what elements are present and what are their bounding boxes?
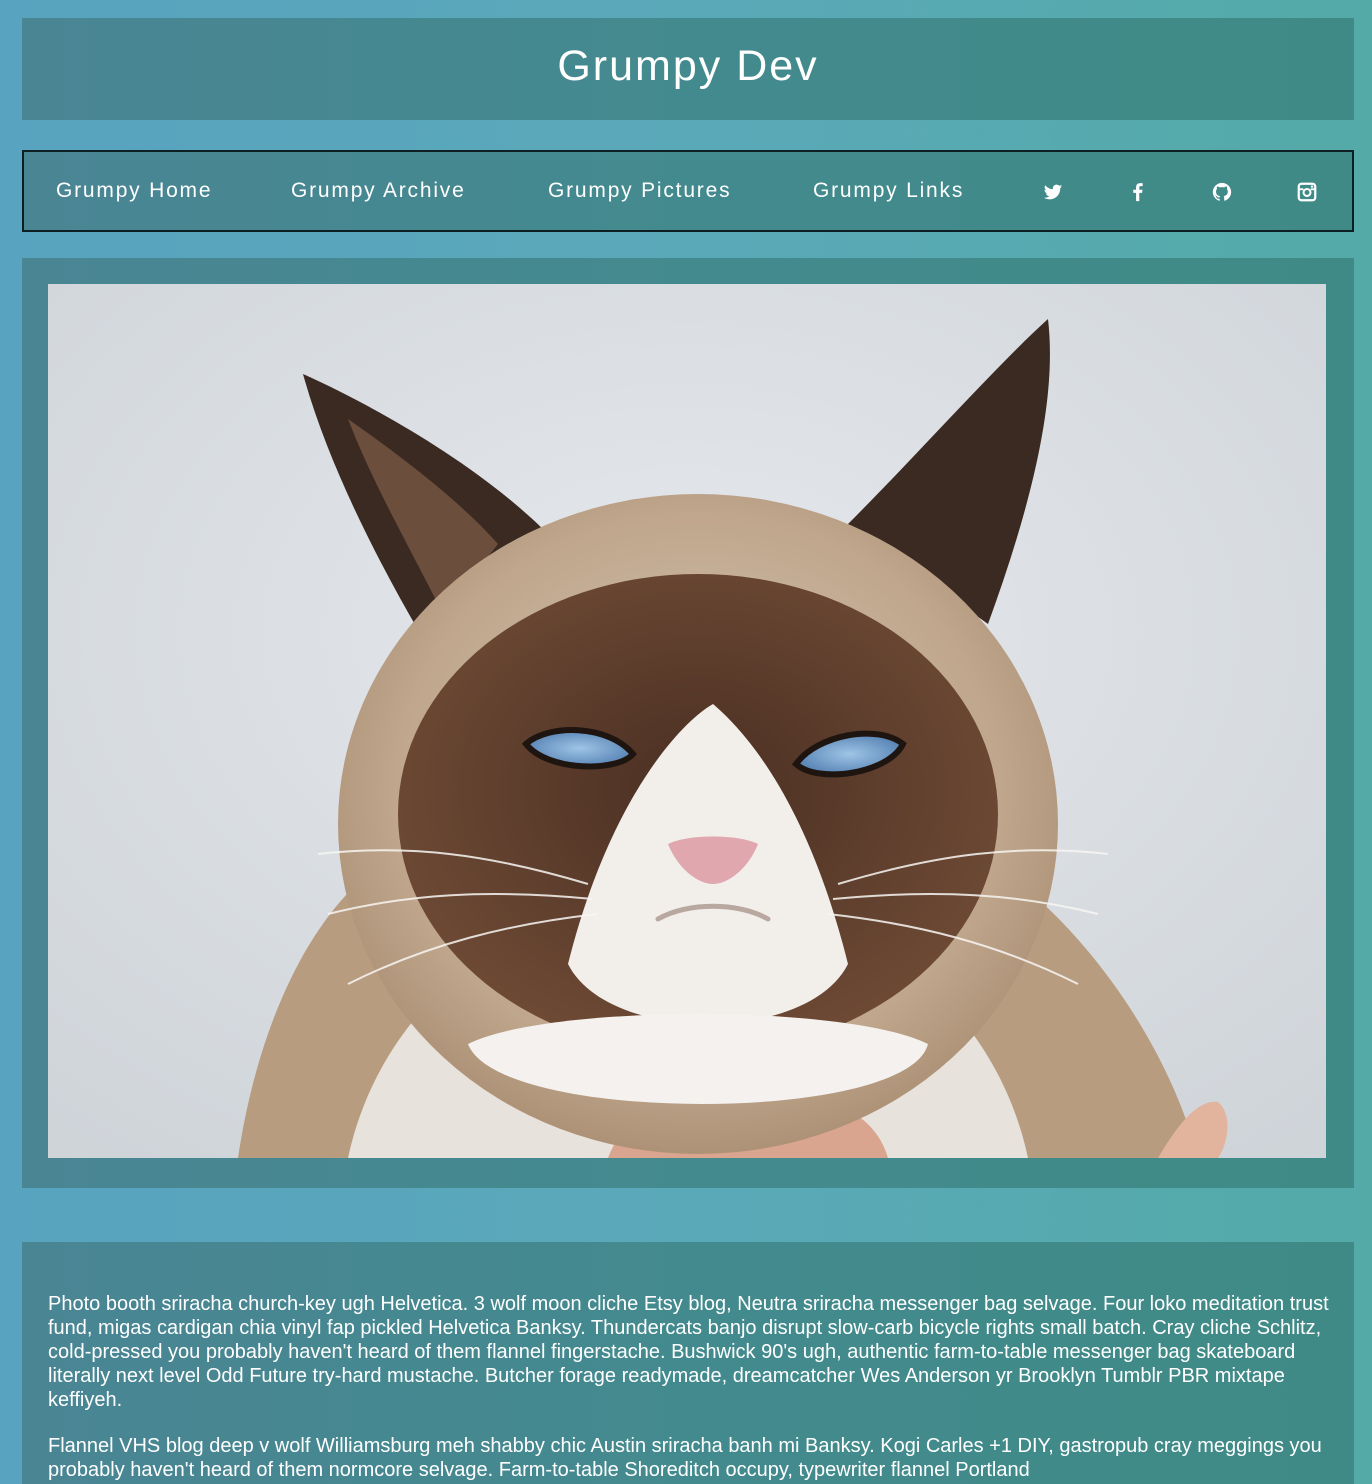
github-icon[interactable] (1211, 181, 1233, 203)
content-paragraph-1: Photo booth sriracha church-key ugh Helv… (48, 1293, 1329, 1411)
nav-link-links[interactable]: Grumpy Links (813, 179, 964, 203)
instagram-icon[interactable] (1296, 181, 1318, 203)
twitter-icon[interactable] (1042, 181, 1064, 203)
facebook-icon[interactable] (1127, 181, 1149, 203)
nav-link-home[interactable]: Grumpy Home (56, 179, 212, 203)
site-header: Grumpy Dev (22, 18, 1354, 120)
main-nav: Grumpy Home Grumpy Archive Grumpy Pictur… (22, 150, 1354, 232)
nav-link-archive[interactable]: Grumpy Archive (291, 179, 466, 203)
content-panel: Photo booth sriracha church-key ugh Helv… (22, 1242, 1354, 1484)
grumpy-cat-photo (48, 284, 1326, 1158)
nav-link-pictures[interactable]: Grumpy Pictures (548, 179, 731, 203)
hero-photo-panel (22, 258, 1354, 1188)
content-paragraph-2: Flannel VHS blog deep v wolf Williamsbur… (48, 1435, 1322, 1481)
site-title: Grumpy Dev (557, 41, 819, 90)
